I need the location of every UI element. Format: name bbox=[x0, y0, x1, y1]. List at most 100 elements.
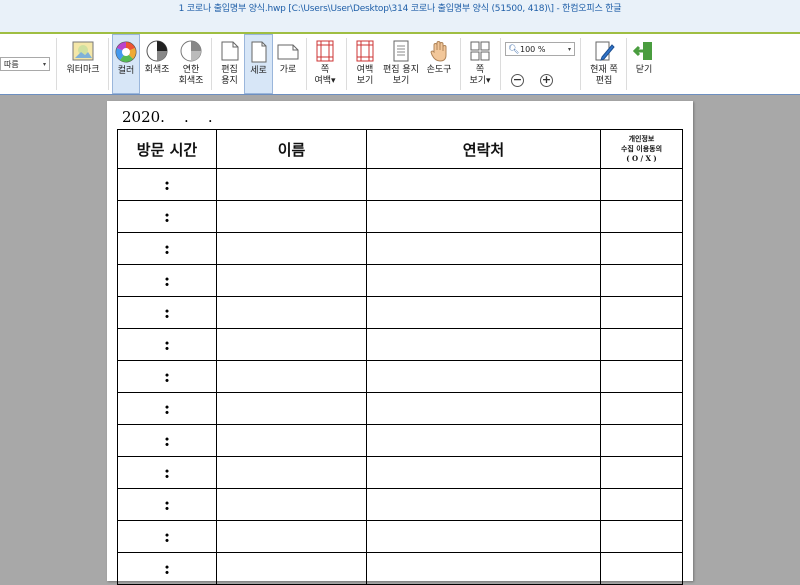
name-cell[interactable] bbox=[216, 168, 367, 201]
zoom-value: 100 % bbox=[520, 45, 546, 54]
page-margin-button[interactable]: 쪽 여백▾ bbox=[310, 34, 340, 94]
close-label: 닫기 bbox=[635, 65, 653, 75]
name-cell[interactable] bbox=[216, 232, 367, 265]
time-cell[interactable]: : bbox=[117, 392, 217, 425]
table-row: : bbox=[117, 328, 683, 361]
contact-cell[interactable] bbox=[366, 232, 601, 265]
consent-cell[interactable] bbox=[600, 360, 683, 393]
consent-cell[interactable] bbox=[600, 392, 683, 425]
table-row: : bbox=[117, 232, 683, 265]
contact-cell[interactable] bbox=[366, 168, 601, 201]
portrait-button[interactable]: 세로 bbox=[244, 34, 273, 94]
edit-paper-view-label: 편집 용지 보기 bbox=[383, 65, 419, 86]
name-cell[interactable] bbox=[216, 328, 367, 361]
contact-cell[interactable] bbox=[366, 296, 601, 329]
contact-cell[interactable] bbox=[366, 488, 601, 521]
consent-cell[interactable] bbox=[600, 488, 683, 521]
consent-header-line: 수집 이용동의 bbox=[620, 144, 663, 153]
consent-cell[interactable] bbox=[600, 168, 683, 201]
time-cell[interactable]: : bbox=[117, 232, 217, 265]
contact-cell[interactable] bbox=[366, 328, 601, 361]
contact-cell[interactable] bbox=[366, 520, 601, 553]
page-margin-icon bbox=[316, 40, 334, 62]
time-cell[interactable]: : bbox=[117, 456, 217, 489]
time-cell[interactable]: : bbox=[117, 360, 217, 393]
consent-cell[interactable] bbox=[600, 200, 683, 233]
page-view-icon bbox=[470, 41, 490, 61]
table-row: : bbox=[117, 488, 683, 521]
separator bbox=[108, 38, 109, 90]
contact-cell[interactable] bbox=[366, 424, 601, 457]
consent-cell[interactable] bbox=[600, 296, 683, 329]
consent-cell[interactable] bbox=[600, 328, 683, 361]
zoom-in-button[interactable]: + bbox=[540, 74, 553, 87]
color-button[interactable]: 컬러 bbox=[112, 34, 140, 94]
ribbon-toolbar: 따름 ▾ 워터마크 컬러 회색조 연한 회색조 편집 용지 세로 가로 쪽 여백… bbox=[0, 34, 800, 95]
name-cell[interactable] bbox=[216, 392, 367, 425]
page-view-button[interactable]: 쪽 보기▾ bbox=[464, 34, 496, 94]
plus-icon: + bbox=[541, 73, 552, 86]
visit-time-header: 방문 시간 bbox=[117, 129, 217, 169]
light-grayscale-button[interactable]: 연한 회색조 bbox=[174, 34, 208, 94]
landscape-button[interactable]: 가로 bbox=[274, 34, 302, 94]
contact-cell[interactable] bbox=[366, 392, 601, 425]
table-row: : bbox=[117, 424, 683, 457]
name-cell[interactable] bbox=[216, 296, 367, 329]
contact-cell[interactable] bbox=[366, 264, 601, 297]
separator bbox=[500, 38, 501, 90]
zoom-select[interactable]: 🔍︎ 100 % ▾ bbox=[505, 42, 575, 56]
consent-header-line: 개인정보 bbox=[628, 134, 655, 143]
current-page-edit-button[interactable]: 현재 쪽 편집 bbox=[584, 34, 624, 94]
time-cell[interactable]: : bbox=[117, 264, 217, 297]
zoom-out-button[interactable]: − bbox=[511, 74, 524, 87]
light-grayscale-label: 연한 회색조 bbox=[178, 65, 204, 86]
name-cell[interactable] bbox=[216, 488, 367, 521]
contact-cell[interactable] bbox=[366, 200, 601, 233]
minus-icon: − bbox=[512, 73, 523, 86]
consent-cell[interactable] bbox=[600, 456, 683, 489]
time-cell[interactable]: : bbox=[117, 296, 217, 329]
consent-cell[interactable] bbox=[600, 232, 683, 265]
separator bbox=[580, 38, 581, 90]
light-grayscale-icon bbox=[180, 40, 202, 62]
contact-cell[interactable] bbox=[366, 456, 601, 489]
separator bbox=[306, 38, 307, 90]
time-cell[interactable]: : bbox=[117, 168, 217, 201]
edit-paper-view-button[interactable]: 편집 용지 보기 bbox=[380, 34, 422, 94]
color-label: 컬러 bbox=[117, 66, 135, 76]
edit-paper-button[interactable]: 편집 용지 bbox=[215, 34, 244, 94]
grayscale-button[interactable]: 회색조 bbox=[142, 34, 172, 94]
name-cell[interactable] bbox=[216, 456, 367, 489]
time-cell[interactable]: : bbox=[117, 328, 217, 361]
landscape-page-icon bbox=[277, 44, 299, 60]
time-cell[interactable]: : bbox=[117, 488, 217, 521]
name-cell[interactable] bbox=[216, 200, 367, 233]
consent-cell[interactable] bbox=[600, 264, 683, 297]
name-cell[interactable] bbox=[216, 424, 367, 457]
table-row: : bbox=[117, 296, 683, 329]
table-row: : bbox=[117, 456, 683, 489]
time-cell[interactable]: : bbox=[117, 424, 217, 457]
table-row: : bbox=[117, 168, 683, 201]
consent-cell[interactable] bbox=[600, 520, 683, 553]
table-row: : bbox=[117, 360, 683, 393]
margin-view-button[interactable]: 여백 보기 bbox=[350, 34, 380, 94]
time-cell[interactable]: : bbox=[117, 520, 217, 553]
page-margin-label: 쪽 여백▾ bbox=[314, 65, 336, 86]
title-bar: 1 코로나 출입명부 양식.hwp [C:\Users\User\Desktop… bbox=[0, 0, 800, 34]
margin-view-label: 여백 보기 bbox=[356, 65, 374, 86]
close-button[interactable]: 닫기 bbox=[630, 34, 658, 94]
watermark-button[interactable]: 워터마크 bbox=[60, 34, 106, 94]
left-dropdown[interactable]: 따름 ▾ bbox=[0, 57, 50, 71]
page-icon bbox=[221, 41, 238, 61]
grayscale-label: 회색조 bbox=[144, 65, 170, 75]
name-cell[interactable] bbox=[216, 520, 367, 553]
name-cell[interactable] bbox=[216, 360, 367, 393]
time-cell[interactable]: : bbox=[117, 200, 217, 233]
contact-cell[interactable] bbox=[366, 360, 601, 393]
name-cell[interactable] bbox=[216, 264, 367, 297]
consent-cell[interactable] bbox=[600, 424, 683, 457]
hand-tool-button[interactable]: 손도구 bbox=[422, 34, 456, 94]
edit-page-icon bbox=[595, 41, 615, 61]
separator bbox=[460, 38, 461, 90]
